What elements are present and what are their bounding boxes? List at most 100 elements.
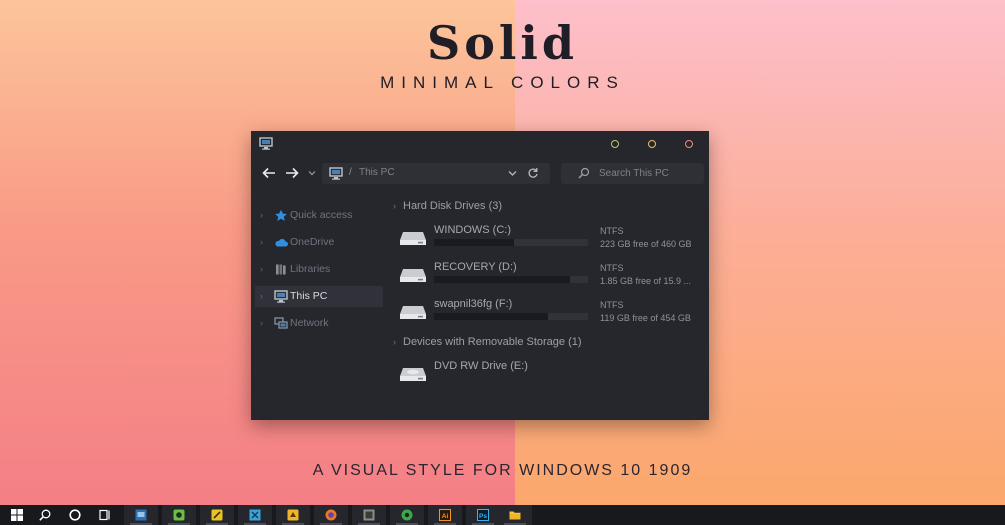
- expand-chevron-icon[interactable]: ›: [260, 237, 263, 247]
- orange-folder-app-icon: [287, 509, 299, 521]
- this-pc-icon: [329, 167, 343, 180]
- taskbar-app-3[interactable]: [200, 505, 234, 525]
- group-header-label: Hard Disk Drives (3): [403, 200, 503, 212]
- taskbar-app-11[interactable]: [498, 505, 532, 525]
- address-separator: /: [349, 167, 352, 178]
- drive-name: swapnil36fg (F:): [434, 298, 513, 310]
- drive-usage-fill: [434, 276, 570, 283]
- cortana-ring-icon: [69, 509, 81, 521]
- back-arrow-icon[interactable]: [262, 166, 276, 180]
- minimize-button[interactable]: [611, 140, 619, 148]
- expand-chevron-icon[interactable]: ›: [260, 210, 263, 220]
- star-icon: [275, 209, 287, 221]
- drive-item-d[interactable]: RECOVERY (D:) NTFS 1.85 GB free of 15.9 …: [399, 261, 699, 295]
- hard-drive-icon: [400, 269, 426, 282]
- drive-usage-bar: [434, 313, 588, 320]
- taskbar-app-6[interactable]: [314, 505, 348, 525]
- drive-item-c[interactable]: WINDOWS (C:) NTFS 223 GB free of 460 GB: [399, 224, 699, 258]
- drive-item-f[interactable]: swapnil36fg (F:) NTFS 119 GB free of 454…: [399, 298, 699, 332]
- drive-usage-fill: [434, 313, 548, 320]
- taskbar-app-10[interactable]: Ps: [466, 505, 500, 525]
- taskbar-app-4[interactable]: [238, 505, 272, 525]
- hero-footer: A VISUAL STYLE FOR WINDOWS 10 1909: [312, 462, 693, 479]
- sidebar-item-network[interactable]: › Network: [255, 313, 383, 334]
- collapse-chevron-icon[interactable]: ›: [393, 337, 403, 347]
- svg-text:Ps: Ps: [479, 513, 487, 520]
- firefox-icon: [325, 509, 337, 521]
- yellow-app-icon: [211, 509, 223, 521]
- task-view-button[interactable]: [88, 505, 122, 525]
- address-path[interactable]: This PC: [359, 167, 395, 178]
- drive-name: WINDOWS (C:): [434, 224, 511, 236]
- green-circle-app-icon: [401, 509, 413, 521]
- address-bar[interactable]: / This PC: [322, 163, 550, 184]
- drive-filesystem: NTFS: [600, 300, 624, 310]
- drive-free-space: 119 GB free of 454 GB: [600, 313, 691, 323]
- this-pc-icon: [259, 137, 273, 150]
- collapse-chevron-icon[interactable]: ›: [393, 201, 403, 211]
- taskbar-app-2[interactable]: [162, 505, 196, 525]
- cyan-app-icon: [249, 509, 261, 521]
- sidebar-item-label: This PC: [290, 290, 328, 302]
- taskbar-app-9[interactable]: Ai: [428, 505, 462, 525]
- task-view-icon: [99, 509, 110, 521]
- dvd-drive-icon: [400, 368, 426, 381]
- search-box[interactable]: Search This PC: [561, 163, 704, 184]
- svg-text:Ai: Ai: [442, 513, 449, 520]
- refresh-icon[interactable]: [527, 167, 539, 179]
- hero-subtitle: MINIMAL COLORS: [380, 73, 625, 92]
- taskbar-app-1[interactable]: [124, 505, 158, 525]
- taskbar-app-5[interactable]: [276, 505, 310, 525]
- taskbar: Ai Ps: [0, 505, 1005, 525]
- taskbar-app-8[interactable]: [390, 505, 424, 525]
- this-pc-icon: [274, 290, 288, 303]
- close-button[interactable]: [685, 140, 693, 148]
- drive-usage-bar: [434, 239, 588, 246]
- cortana-button[interactable]: [58, 505, 92, 525]
- group-header-label: Devices with Removable Storage (1): [403, 336, 582, 348]
- drive-usage-fill: [434, 239, 515, 246]
- network-icon: [274, 317, 288, 329]
- group-header-hard-disk-drives[interactable]: › Hard Disk Drives (3): [393, 200, 502, 212]
- taskbar-search-button[interactable]: [28, 505, 62, 525]
- illustrator-icon: Ai: [439, 509, 451, 521]
- search-placeholder: Search This PC: [599, 168, 669, 179]
- sidebar-item-label: Libraries: [290, 263, 331, 275]
- maximize-button[interactable]: [648, 140, 656, 148]
- file-explorer-icon: [509, 511, 521, 520]
- libraries-icon: [276, 264, 286, 275]
- photoshop-icon: Ps: [477, 509, 489, 521]
- drive-name: RECOVERY (D:): [434, 261, 517, 273]
- drive-filesystem: NTFS: [600, 226, 624, 236]
- green-app-icon: [173, 509, 185, 521]
- blue-app-icon: [135, 509, 147, 521]
- group-header-removable-storage[interactable]: › Devices with Removable Storage (1): [393, 336, 582, 348]
- titlebar[interactable]: [251, 131, 709, 157]
- drive-name: DVD RW Drive (E:): [434, 360, 528, 372]
- expand-chevron-icon[interactable]: ›: [260, 291, 263, 301]
- sidebar-item-quick-access[interactable]: › Quick access: [255, 205, 383, 226]
- gray-app-icon: [363, 509, 375, 521]
- file-explorer-window: / This PC Search This PC › Quick access …: [251, 131, 709, 420]
- expand-chevron-icon[interactable]: ›: [260, 318, 263, 328]
- hard-drive-icon: [400, 232, 426, 245]
- address-dropdown-chevron-icon[interactable]: [508, 170, 517, 177]
- drive-filesystem: NTFS: [600, 263, 624, 273]
- sidebar-item-label: Network: [290, 317, 329, 329]
- sidebar-item-onedrive[interactable]: › OneDrive: [255, 232, 383, 253]
- drive-item-e[interactable]: DVD RW Drive (E:): [399, 360, 699, 394]
- search-icon: [578, 167, 590, 179]
- recent-locations-chevron-icon[interactable]: [308, 169, 316, 177]
- drive-free-space: 223 GB free of 460 GB: [600, 239, 692, 249]
- sidebar-item-this-pc[interactable]: › This PC: [255, 286, 383, 307]
- sidebar-item-label: OneDrive: [290, 236, 335, 248]
- search-icon: [39, 509, 51, 521]
- sidebar-item-libraries[interactable]: › Libraries: [255, 259, 383, 280]
- drive-usage-bar: [434, 276, 588, 283]
- windows-logo-icon: [11, 509, 23, 521]
- taskbar-app-7[interactable]: [352, 505, 386, 525]
- hard-drive-icon: [400, 306, 426, 319]
- forward-arrow-icon[interactable]: [285, 166, 299, 180]
- hero-title: Solid: [426, 16, 578, 70]
- expand-chevron-icon[interactable]: ›: [260, 264, 263, 274]
